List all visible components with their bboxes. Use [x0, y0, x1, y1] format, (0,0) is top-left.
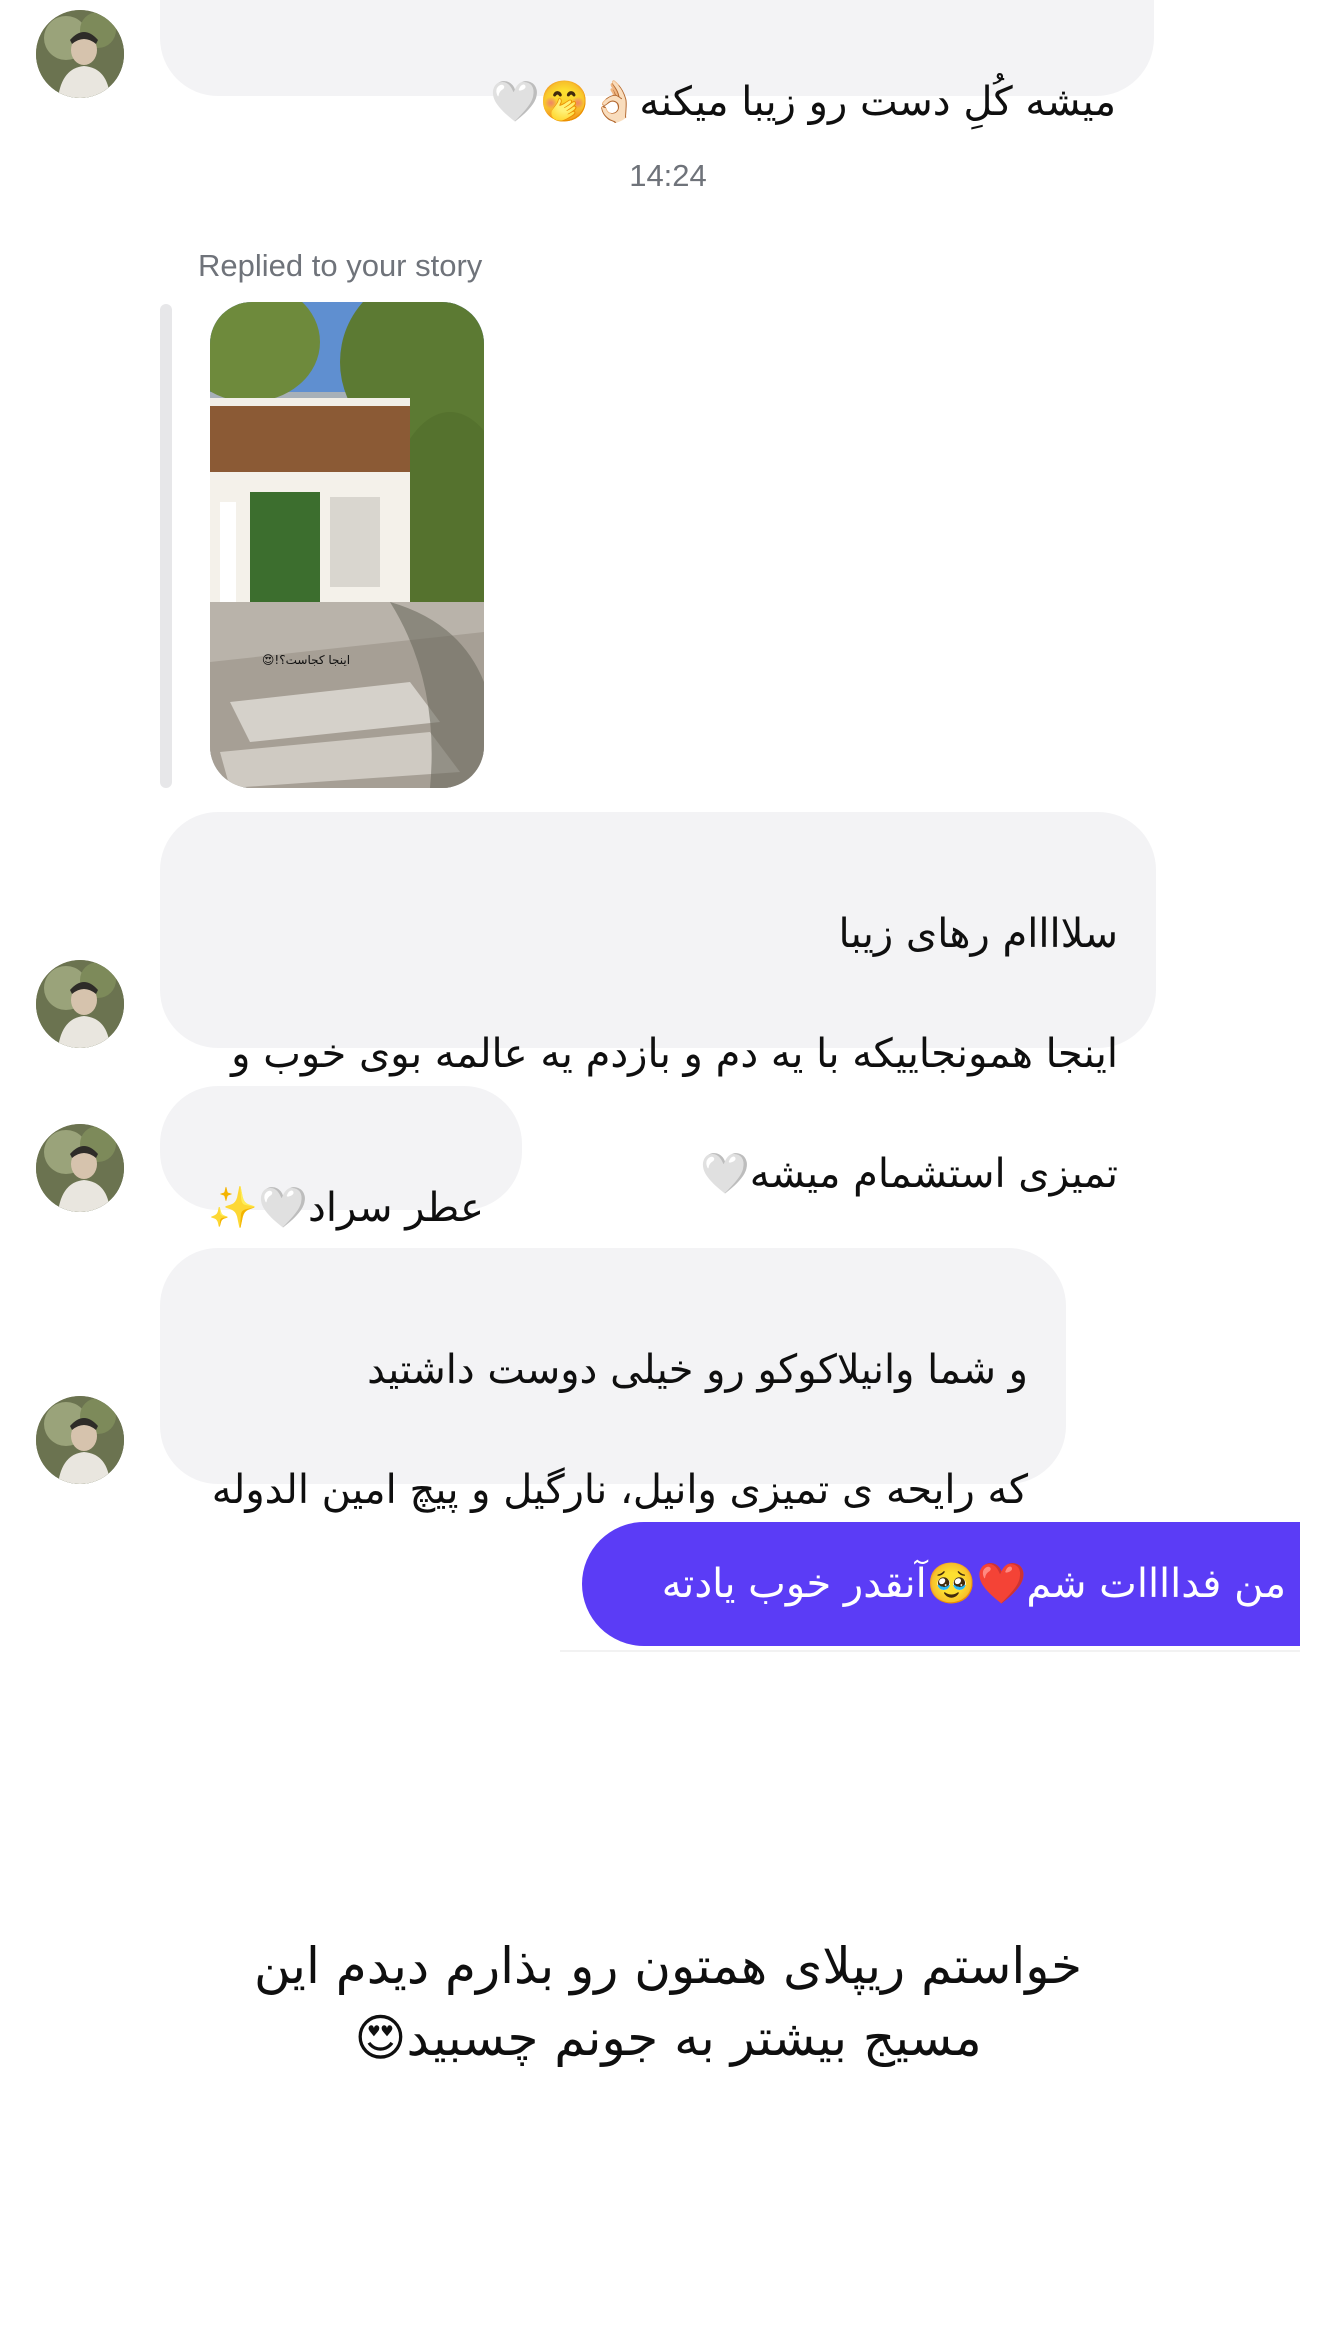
message-text-line: سلاااام رهای زیبا: [838, 911, 1118, 957]
sender-avatar[interactable]: [36, 960, 124, 1048]
story-reply-label: Replied to your story: [198, 248, 483, 283]
outgoing-message-bubble[interactable]: من فداااات شم❤️🥹آنقدر خوب یادته: [582, 1522, 1300, 1646]
caption-line: مسیج بیشتر به جونم چسبید😍: [354, 2009, 982, 2067]
incoming-message-bubble[interactable]: و شما وانیلاکوکو رو خیلی دوست داشتید که …: [160, 1248, 1066, 1633]
message-text: عطر سراد🤍✨: [208, 1185, 484, 1231]
message-timestamp: 14:24: [629, 158, 707, 193]
message-text-line: و شما وانیلاکوکو رو خیلی دوست داشتید: [367, 1347, 1028, 1393]
message-text-line: اینجا همونجاییکه با یه دم و بازدم یه عال…: [231, 1031, 1118, 1077]
caption-line: خواستم ریپلای همتون رو بذارم دیدم این: [254, 1937, 1082, 1995]
incoming-message-bubble[interactable]: میشه کُلِ دست رو زیبا میکنه👌🏻🤭🤍: [160, 0, 1154, 125]
sender-avatar[interactable]: [36, 1124, 124, 1212]
story-thumbnail-text: اینجا کجاست؟!😍: [262, 653, 350, 667]
sender-avatar[interactable]: [36, 1396, 124, 1484]
incoming-message-bubble[interactable]: سلاااام رهای زیبا اینجا همونجاییکه با یه…: [160, 812, 1156, 1197]
message-text: میشه کُلِ دست رو زیبا میکنه👌🏻🤭🤍: [490, 79, 1116, 125]
message-text-line: که رایحه ی تمیزی وانیل، نارگیل و پیچ امی…: [211, 1467, 1028, 1513]
story-reply-bar: [160, 304, 172, 788]
post-caption: خواستم ریپلای همتون رو بذارم دیدم این مس…: [0, 1930, 1320, 2074]
outgoing-message-text: من فداااات شم❤️🥹آنقدر خوب یادته: [661, 1561, 1286, 1607]
divider: [560, 1650, 1300, 1652]
story-thumbnail[interactable]: اینجا کجاست؟!😍: [210, 302, 484, 788]
sender-avatar[interactable]: [36, 10, 124, 98]
incoming-message-bubble[interactable]: عطر سراد🤍✨: [160, 1086, 522, 1231]
